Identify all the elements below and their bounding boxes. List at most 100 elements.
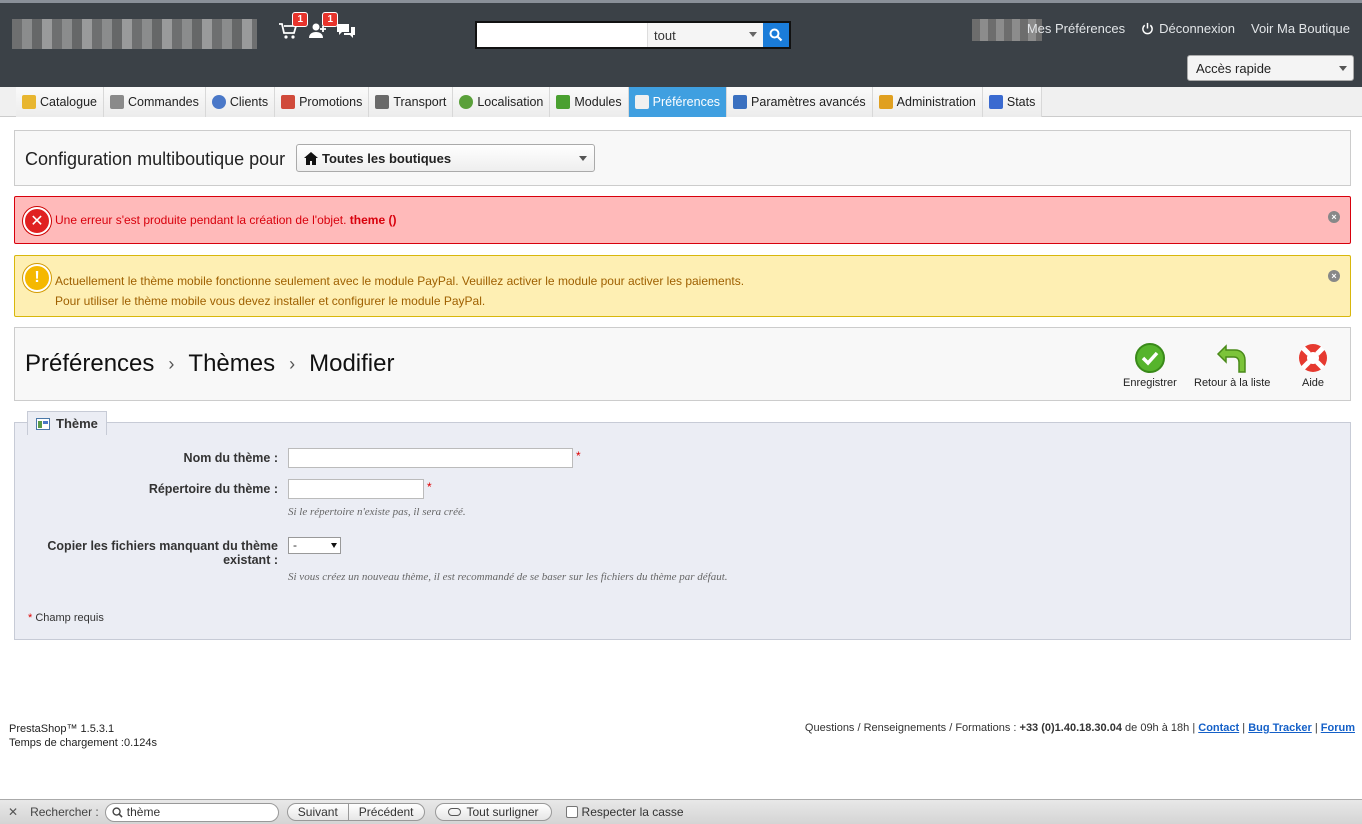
- orders-notification[interactable]: 1: [278, 12, 308, 43]
- close-icon[interactable]: ×: [1328, 270, 1340, 282]
- messages-icon: [337, 24, 355, 38]
- error-text: Une erreur s'est produite pendant la cré…: [55, 213, 347, 227]
- preferences-icon: [634, 95, 649, 109]
- tab-label: Localisation: [477, 95, 544, 109]
- wrench-icon: [733, 95, 748, 109]
- help-label: Aide: [1301, 377, 1325, 389]
- tab-promotions[interactable]: Promotions: [275, 87, 370, 117]
- close-icon[interactable]: ×: [1328, 211, 1340, 223]
- view-shop-link[interactable]: Voir Ma Boutique: [1251, 21, 1350, 36]
- warning-alert: ! Actuellement le thème mobile fonctionn…: [14, 255, 1351, 317]
- search-scope-select[interactable]: tout: [647, 23, 763, 47]
- required-marker: *: [427, 480, 432, 494]
- tab-label: Modules: [574, 95, 622, 109]
- save-button[interactable]: Enregistrer: [1123, 342, 1177, 389]
- logout-link[interactable]: Déconnexion: [1141, 21, 1235, 36]
- tab-localisation[interactable]: Localisation: [453, 87, 551, 117]
- back-to-list-button[interactable]: Retour à la liste: [1194, 342, 1270, 389]
- theme-directory-input[interactable]: [288, 479, 424, 499]
- highlight-all-label: Tout surligner: [466, 805, 539, 819]
- tab-modules[interactable]: Modules: [550, 87, 629, 117]
- chevron-down-icon: [579, 156, 587, 161]
- home-icon: [304, 151, 318, 165]
- copy-files-select[interactable]: -: [288, 537, 341, 554]
- tab-label: Transport: [393, 95, 447, 109]
- theme-name-input[interactable]: [288, 448, 573, 468]
- find-previous-button[interactable]: Précédent: [347, 804, 424, 820]
- breadcrumb: Préférences › Thèmes › Modifier: [25, 350, 394, 378]
- cart-icon: [110, 95, 124, 109]
- warning-line-1: Actuellement le thème mobile fonctionne …: [55, 274, 745, 288]
- breadcrumb-themes: Thèmes: [188, 350, 276, 377]
- top-bar: 1 1 tout Mes Préférences Déconnexion Voi…: [0, 0, 1362, 87]
- warning-icon: !: [23, 264, 51, 292]
- save-label: Enregistrer: [1123, 377, 1177, 389]
- my-preferences-link[interactable]: Mes Préférences: [1027, 21, 1125, 36]
- promo-icon: [281, 95, 296, 109]
- quick-access-select[interactable]: Accès rapide: [1187, 55, 1354, 81]
- tab-label: Catalogue: [40, 95, 97, 109]
- search-input[interactable]: [477, 23, 647, 47]
- theme-directory-hint: Si le répertoire n'existe pas, il sera c…: [288, 506, 466, 518]
- contact-link[interactable]: Contact: [1198, 722, 1239, 734]
- error-object: theme (): [349, 213, 397, 227]
- lifebuoy-icon: [1299, 344, 1327, 372]
- footer-support: Questions / Renseignements / Formations …: [805, 722, 1355, 734]
- load-time-text: Temps de chargement :0.124s: [9, 737, 157, 749]
- quick-access-label: Accès rapide: [1196, 61, 1272, 76]
- footer-info: PrestaShop™ 1.5.3.1 Temps de chargement …: [9, 722, 157, 750]
- tab-administration[interactable]: Administration: [872, 87, 983, 117]
- tab-label: Promotions: [299, 95, 363, 109]
- find-value: thème: [126, 805, 161, 819]
- bug-tracker-link[interactable]: Bug Tracker: [1248, 722, 1312, 734]
- required-fields-note: * Champ requis: [28, 612, 104, 624]
- help-button[interactable]: Aide: [1297, 342, 1329, 389]
- page-toolbar: Préférences › Thèmes › Modifier Enregist…: [14, 327, 1351, 401]
- highlight-icon: [447, 808, 461, 816]
- chevron-down-icon: [749, 32, 757, 37]
- find-navigation: Suivant Précédent: [286, 803, 425, 821]
- power-icon: [1142, 22, 1153, 35]
- legend-label: Thème: [56, 416, 98, 431]
- orders-badge: 1: [292, 12, 308, 27]
- separator: |: [1242, 722, 1246, 734]
- find-label: Rechercher :: [30, 805, 99, 819]
- match-case-checkbox[interactable]: Respecter la casse: [565, 805, 684, 819]
- tab-transport[interactable]: Transport: [369, 87, 454, 117]
- tab-stats[interactable]: Stats: [982, 87, 1043, 117]
- find-input[interactable]: thème: [104, 802, 279, 822]
- search-button[interactable]: [763, 23, 789, 47]
- globe-icon: [459, 95, 474, 109]
- form-legend: Thème: [27, 411, 107, 435]
- return-arrow-icon: [1217, 344, 1246, 373]
- tab-label: Paramètres avancés: [751, 95, 866, 109]
- folder-icon: [22, 95, 36, 109]
- tab-preferences[interactable]: Préférences: [628, 87, 728, 117]
- tab-label: Clients: [229, 95, 269, 109]
- copy-files-value: -: [293, 538, 297, 552]
- chevron-down-icon: [1339, 66, 1347, 71]
- highlight-all-button[interactable]: Tout surligner: [434, 803, 552, 821]
- chevron-down-icon: [331, 543, 337, 548]
- theme-directory-label: Répertoire du thème :: [148, 482, 278, 496]
- messages-notification[interactable]: [336, 21, 358, 43]
- tab-advanced-parameters[interactable]: Paramètres avancés: [727, 87, 873, 117]
- required-note-text: Champ requis: [35, 612, 104, 624]
- tab-label: Stats: [1006, 95, 1036, 109]
- tab-clients[interactable]: Clients: [205, 87, 276, 117]
- find-next-button[interactable]: Suivant: [288, 804, 348, 820]
- shop-context-select[interactable]: Toutes les boutiques: [296, 144, 595, 172]
- search-bar: tout: [475, 21, 791, 49]
- tab-catalogue[interactable]: Catalogue: [16, 87, 104, 117]
- theme-name-label: Nom du thème :: [183, 451, 278, 465]
- customers-notification[interactable]: 1: [308, 12, 338, 43]
- close-find-bar-icon[interactable]: ✕: [8, 805, 18, 819]
- check-circle-icon: [1134, 343, 1165, 373]
- forum-link[interactable]: Forum: [1321, 722, 1355, 734]
- shop-logo[interactable]: [12, 19, 257, 49]
- main-menu: Catalogue Commandes Clients Promotions T…: [0, 87, 1362, 117]
- key-icon: [878, 95, 893, 109]
- tab-commandes[interactable]: Commandes: [104, 87, 206, 117]
- copy-files-label: Copier les fichiers manquant du thème ex…: [20, 539, 278, 567]
- checkbox-box: [565, 806, 578, 818]
